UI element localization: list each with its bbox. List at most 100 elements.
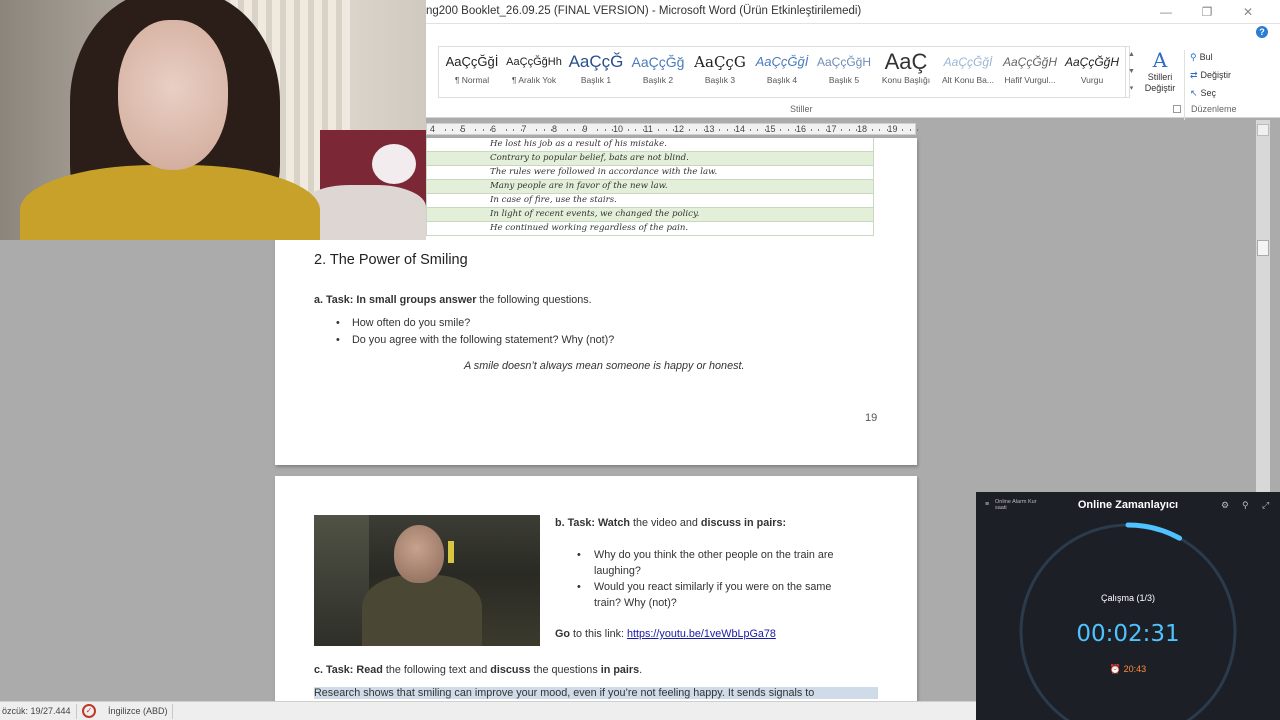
status-divider: [76, 704, 77, 719]
style-title[interactable]: AaÇ Konu Başlığı: [875, 49, 937, 95]
bullet-text: How often do you smile?: [352, 317, 471, 329]
proofing-error-icon[interactable]: ✓: [82, 704, 96, 718]
ruler-number: 13: [704, 124, 715, 134]
page-number: 19: [865, 412, 878, 424]
ruler-tick: [482, 129, 484, 131]
train-window-shape: [314, 515, 369, 646]
style-sample: AaÇçG: [694, 53, 746, 71]
find-button[interactable]: ⚲ Bul: [1190, 48, 1260, 66]
replace-icon: ⇄: [1190, 70, 1198, 80]
task-a-line: a. Task: In small groups answer the foll…: [314, 294, 592, 306]
ruler-tick: [658, 129, 660, 131]
bullet-icon: •: [577, 549, 581, 561]
task-b-mid: the video and: [633, 517, 698, 529]
task-c-line: c. Task: Read the following text and dis…: [314, 664, 642, 676]
ruler-number: 18: [857, 124, 868, 134]
restore-button[interactable]: ❐: [1199, 4, 1215, 20]
style-name: Alt Konu Ba...: [942, 75, 994, 85]
ruler-tick: [787, 129, 789, 131]
bullet-text: Why do you think the other people on the…: [594, 549, 834, 561]
cursor-icon: ↖: [1190, 88, 1198, 98]
language-indicator[interactable]: İngilizce (ABD): [108, 706, 168, 716]
word-count[interactable]: özcük: 19/27.444: [2, 706, 71, 716]
editing-group: ⚲ Bul ⇄ Değiştir ↖ Seç: [1190, 48, 1260, 102]
ruler-tick: [902, 129, 904, 131]
task-c-pairs: in pairs: [600, 664, 640, 676]
selected-paragraph[interactable]: Research shows that smiling can improve …: [314, 687, 878, 699]
close-button[interactable]: ✕: [1240, 4, 1256, 20]
ruler-toggle-icon[interactable]: [1257, 124, 1269, 136]
bullet-text: laughing?: [594, 565, 641, 577]
style-heading-3[interactable]: AaÇçG Başlık 3: [689, 49, 751, 95]
ruler-tick: [696, 129, 698, 131]
ruler-tick: [871, 129, 873, 131]
minimize-button[interactable]: —: [1158, 4, 1174, 20]
ruler-number: 5: [460, 124, 466, 134]
style-name: Başlık 1: [580, 75, 612, 85]
document-page-20[interactable]: b. Task: Watch the video and discuss in …: [275, 476, 917, 706]
task-a-instruction: In small groups answer: [356, 294, 477, 306]
window-title: ng200 Booklet_26.09.25 (FINAL VERSION) -…: [426, 5, 862, 17]
style-sample: AaÇçĞğH: [1064, 55, 1120, 69]
change-styles-button[interactable]: A Stilleri Değiştir: [1140, 48, 1180, 94]
style-emphasis[interactable]: AaÇçĞğH Vurgu: [1061, 49, 1123, 95]
table-cell: In case of fire, use the stairs.: [490, 195, 617, 206]
ruler-tick: [726, 129, 728, 131]
table-row: He lost his job as a result of his mista…: [426, 138, 874, 152]
horizontal-ruler[interactable]: 4 5 6 7 8 9 10 11 12 13 14 15 16 17 18 19: [426, 123, 919, 135]
binoculars-icon: ⚲: [1190, 52, 1197, 62]
help-icon[interactable]: ?: [1256, 26, 1268, 38]
person-face-shape: [118, 20, 228, 170]
timer-alarm: ⏰ 20:43: [976, 664, 1280, 675]
status-bar: özcük: 19/27.444 ✓ İngilizce (ABD): [0, 701, 976, 720]
task-c-discuss: discuss: [490, 664, 531, 676]
chevron-up-icon[interactable]: ▲: [1126, 46, 1137, 63]
style-no-spacing[interactable]: AaÇçĞğHh ¶ Aralık Yok: [503, 49, 565, 95]
style-sample: AaÇçĞğİ: [445, 54, 499, 69]
goto-line: Go to this link: https://youtu.be/1veWbL…: [555, 628, 776, 640]
replace-button[interactable]: ⇄ Değiştir: [1190, 66, 1260, 84]
ruler-number: 11: [643, 124, 653, 134]
editing-group-label: Düzenleme: [1191, 104, 1237, 114]
style-heading-2[interactable]: AaÇçĞğ Başlık 2: [627, 49, 689, 95]
style-normal[interactable]: AaÇçĞğİ ¶ Normal: [441, 49, 503, 95]
ruler-tick: [597, 129, 599, 131]
ruler-tick: [566, 129, 568, 131]
ruler-tick: [513, 129, 515, 131]
scrollbar-thumb[interactable]: [1257, 240, 1269, 256]
quote-statement: A smile doesn’t always mean someone is h…: [464, 360, 745, 372]
style-sample: AaÇçĞğİ: [943, 55, 993, 69]
table-row: Contrary to popular belief, bats are not…: [426, 151, 874, 166]
style-name: Başlık 4: [766, 75, 798, 85]
goto-rest: to this link:: [573, 628, 625, 640]
more-icon[interactable]: ▾: [1126, 80, 1137, 97]
timer-ring: [1018, 522, 1238, 720]
gallery-scroll[interactable]: ▲ ▼ ▾: [1125, 46, 1137, 98]
video-thumbnail-image[interactable]: [314, 515, 540, 646]
style-subtitle[interactable]: AaÇçĞğİ Alt Konu Ba...: [937, 49, 999, 95]
task-a-rest: the following questions.: [479, 294, 592, 306]
dialog-launcher-icon[interactable]: [1173, 105, 1181, 113]
task-b-watch: Watch: [598, 517, 630, 529]
style-name: Başlık 3: [704, 75, 736, 85]
style-heading-1[interactable]: AaÇçĞ Başlık 1: [565, 49, 627, 95]
style-heading-4[interactable]: AaÇçĞğİ Başlık 4: [751, 49, 813, 95]
ruler-tick: [665, 129, 667, 131]
ruler-tick: [780, 129, 782, 131]
ruler-tick: [879, 129, 881, 131]
style-sample: AaÇçĞğİ: [755, 54, 809, 69]
ruler-tick: [848, 129, 850, 131]
alarm-icon: ⏰: [1109, 664, 1122, 674]
select-label: Seç: [1200, 88, 1217, 98]
ruler-number: 14: [735, 124, 746, 134]
style-subtle-emphasis[interactable]: AaÇçĞğH Hafif Vurgul...: [999, 49, 1061, 95]
task-c-prefix: c. Task:: [314, 664, 354, 676]
video-link[interactable]: https://youtu.be/1veWbLpGa78: [627, 628, 776, 640]
change-styles-icon: A: [1152, 48, 1168, 72]
select-button[interactable]: ↖ Seç: [1190, 84, 1260, 102]
table-cell: In light of recent events, we changed th…: [490, 209, 700, 220]
chevron-down-icon[interactable]: ▼: [1126, 63, 1137, 80]
style-heading-5[interactable]: AaÇçĞğH Başlık 5: [813, 49, 875, 95]
ruler-number: 17: [826, 124, 837, 134]
ruler-number: 4: [430, 124, 436, 134]
